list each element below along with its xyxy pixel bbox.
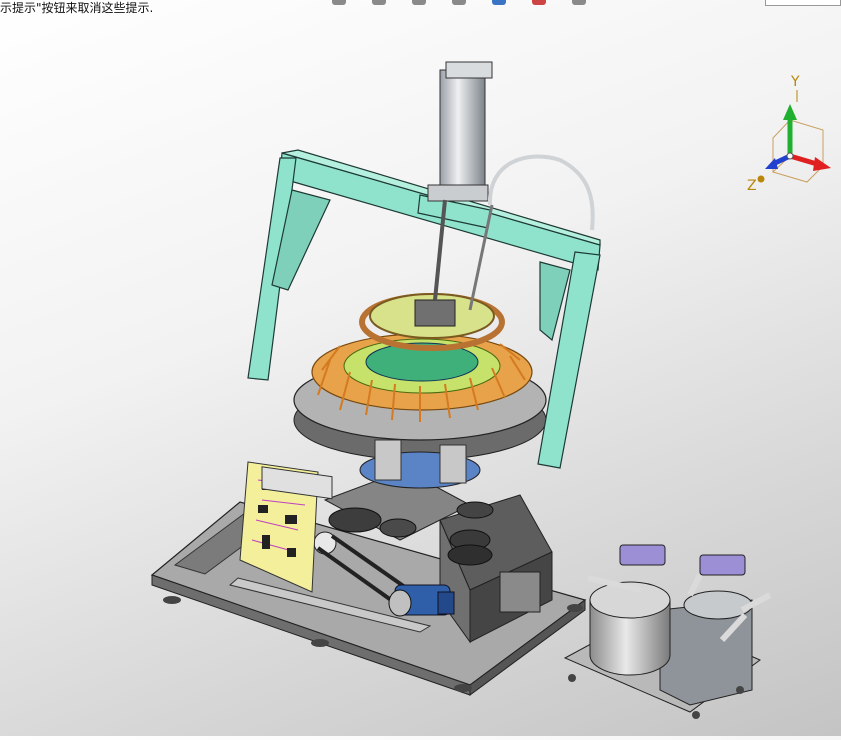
hide-show-icon[interactable]: [452, 0, 466, 5]
3d-viewport[interactable]: [0, 0, 841, 736]
x-axis: [789, 153, 818, 167]
display-style-icon[interactable]: [372, 0, 386, 5]
search-input[interactable]: [765, 0, 841, 6]
z-axis-label: Z: [747, 178, 757, 194]
rotary-table: [293, 333, 547, 489]
bowl-feeder: [563, 544, 772, 719]
section-view-icon[interactable]: [412, 0, 426, 5]
status-hint: 示提示"按钮来取消这些提示.: [0, 1, 154, 15]
heads-up-toolbar: [320, 0, 762, 6]
edit-appearance-icon[interactable]: [492, 0, 506, 5]
y-axis-label: Y: [790, 74, 800, 90]
scene-icon[interactable]: [532, 0, 546, 5]
view-orientation-icon[interactable]: [332, 0, 346, 5]
cad-model-render[interactable]: [0, 0, 841, 736]
drive-motor: [388, 584, 455, 617]
coordinate-triad: Y Z: [747, 74, 831, 194]
view-settings-icon[interactable]: [572, 0, 586, 5]
triad-box: [772, 119, 824, 183]
